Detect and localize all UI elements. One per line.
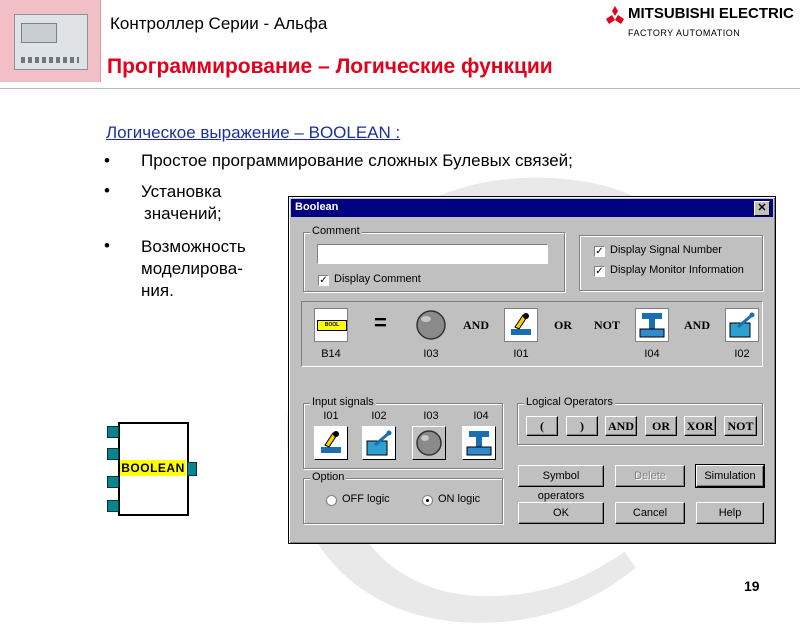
logo-text: MITSUBISHI ELECTRIC <box>628 5 794 22</box>
ok-button[interactable]: OK <box>518 502 604 524</box>
symbol-operators-button[interactable]: Symbol operators <box>518 465 604 502</box>
option-group-label: Option <box>310 471 347 483</box>
comment-group-label: Comment <box>310 225 362 237</box>
token-signal-label: I04 <box>644 348 660 360</box>
simulation-button[interactable]: Simulation <box>695 464 765 488</box>
on-logic-radio[interactable] <box>422 495 433 506</box>
input-i01-label: I01 <box>323 410 339 422</box>
display-monitor-info-label[interactable]: Display Monitor Information <box>610 264 744 276</box>
bullet-set-values: Установка значений; <box>141 181 222 225</box>
dialog-title: Boolean <box>295 201 339 213</box>
bullet-line: моделирова- <box>141 259 243 278</box>
input-pin <box>107 500 119 512</box>
comment-input[interactable] <box>317 244 548 264</box>
switch-icon[interactable] <box>725 308 759 342</box>
output-pin <box>187 462 197 476</box>
series-title: Контроллер Серии - Альфа <box>110 14 328 33</box>
lamp-icon[interactable] <box>412 426 446 460</box>
switch-icon[interactable] <box>362 426 396 460</box>
bullet-dot: • <box>104 151 110 170</box>
comment-group: Comment ✓ Display Comment <box>303 225 565 292</box>
input-signals-group: Input signals I01 I02 I03 I04 <box>303 396 503 469</box>
input-signals-group-label: Input signals <box>310 396 376 408</box>
operator-token: NOT <box>594 318 621 332</box>
pushbutton-icon[interactable] <box>504 308 538 342</box>
bullet-dot: • <box>104 236 110 255</box>
input-pin <box>107 476 119 488</box>
lamp-icon[interactable] <box>414 308 448 342</box>
result-label: B14 <box>321 348 341 360</box>
pushbutton-icon[interactable] <box>314 426 348 460</box>
input-i04-label: I04 <box>473 410 489 422</box>
delete-button[interactable]: Delete <box>615 465 685 487</box>
display-signal-number-label[interactable]: Display Signal Number <box>610 244 722 256</box>
logo-subtext: FACTORY AUTOMATION <box>628 28 741 38</box>
bullet-dot: • <box>104 181 110 200</box>
operator-token: AND <box>684 318 710 332</box>
operator-token: OR <box>554 318 572 332</box>
token-signal-label: I02 <box>734 348 750 360</box>
open-paren-button[interactable]: ( <box>526 416 558 436</box>
controller-thumbnail <box>0 0 101 82</box>
logical-operators-group-label: Logical Operators <box>524 396 615 408</box>
close-paren-button[interactable]: ) <box>566 416 598 436</box>
help-button[interactable]: Help <box>696 502 764 524</box>
equals-sign: = <box>374 310 387 335</box>
xor-button[interactable]: XOR <box>684 416 716 436</box>
bullet-line: Установка <box>141 182 222 201</box>
token-signal-label: I03 <box>423 348 439 360</box>
boolean-heading: Логическое выражение – BOOLEAN : <box>106 123 401 142</box>
and-button[interactable]: AND <box>605 416 637 436</box>
not-button[interactable]: NOT <box>724 416 757 436</box>
bullet-simple-programming: Простое программирование сложных Булевых… <box>141 151 573 170</box>
display-options-group: ✓ Display Signal Number ✓ Display Monito… <box>579 235 763 291</box>
three-diamonds-icon <box>606 6 624 24</box>
display-comment-checkbox[interactable]: ✓ <box>318 275 329 286</box>
input-i03-label: I03 <box>423 410 439 422</box>
solenoid-icon[interactable] <box>462 426 496 460</box>
expression-panel: BOOL B14 = I03 AND I01 OR NOT I04 AND I0… <box>301 301 763 367</box>
bullet-line: ния. <box>141 281 174 300</box>
input-i02-label: I02 <box>371 410 387 422</box>
or-button[interactable]: OR <box>645 416 677 436</box>
boolean-dialog: Boolean ✕ Comment ✓ Display Comment ✓ Di… <box>288 196 776 544</box>
page-number: 19 <box>744 578 760 594</box>
logical-operators-group: Logical Operators ( ) AND OR XOR NOT <box>517 396 763 445</box>
input-pin <box>107 426 119 438</box>
display-comment-label[interactable]: Display Comment <box>334 273 421 285</box>
bullet-line: значений; <box>144 204 222 223</box>
on-logic-label[interactable]: ON logic <box>438 493 480 505</box>
result-bit-tile[interactable]: BOOL <box>314 308 348 342</box>
bullet-line: Возможность <box>141 237 246 256</box>
display-signal-number-checkbox[interactable]: ✓ <box>594 246 605 257</box>
dialog-titlebar[interactable]: Boolean ✕ <box>291 199 773 217</box>
operator-token: AND <box>463 318 489 332</box>
section-title: Программирование – Логические функции <box>107 55 553 78</box>
close-button[interactable]: ✕ <box>754 201 770 216</box>
off-logic-radio[interactable] <box>326 495 337 506</box>
display-monitor-info-checkbox[interactable]: ✓ <box>594 266 605 277</box>
header-divider <box>0 88 800 89</box>
boolean-mini-icon: BOOL <box>317 320 347 331</box>
input-pin <box>107 448 119 460</box>
solenoid-icon[interactable] <box>635 308 669 342</box>
token-signal-label: I01 <box>513 348 529 360</box>
bullet-simulation: Возможность моделирова- ния. <box>141 236 246 302</box>
function-block-label: BOOLEAN <box>120 460 186 476</box>
off-logic-label[interactable]: OFF logic <box>342 493 390 505</box>
boolean-function-block: BOOLEAN <box>107 422 197 518</box>
option-group: Option OFF logic ON logic <box>303 471 503 524</box>
controller-device-icon <box>14 14 88 70</box>
cancel-button[interactable]: Cancel <box>615 502 685 524</box>
